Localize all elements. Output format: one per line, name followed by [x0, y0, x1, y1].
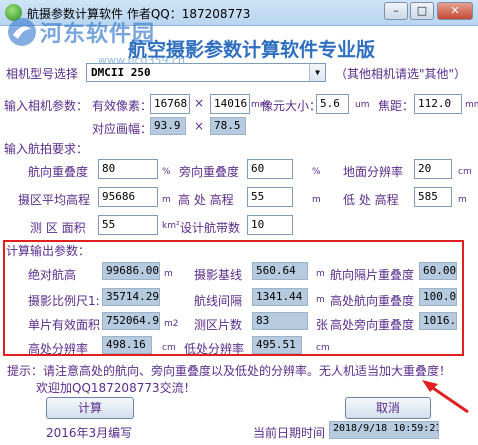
- strip-spacing-label: 航线间隔: [194, 294, 243, 308]
- chevron-down-icon[interactable]: ▼: [309, 64, 325, 81]
- pixels-width-input[interactable]: 16768: [150, 94, 190, 114]
- close-button[interactable]: ✕: [437, 2, 473, 20]
- side-overlap-label: 旁向重叠度: [179, 165, 240, 179]
- gsd-label: 地面分辨率: [343, 165, 404, 179]
- high-gsd-label: 高处分辨率: [28, 342, 89, 356]
- scale-label: 摄影比例尺1:: [28, 294, 100, 308]
- avg-elev-unit: m: [162, 195, 171, 205]
- abs-alt-label: 绝对航高: [28, 268, 77, 282]
- frame-height-value: 78.5: [210, 117, 246, 135]
- pixels-label: 有效像素：: [92, 99, 153, 113]
- low-elev-input[interactable]: 585: [414, 187, 452, 207]
- high-elev-label: 高 处 高程: [178, 193, 234, 207]
- output-section: 计算输出参数：: [6, 244, 91, 258]
- high-side-label: 高处旁向重叠度: [330, 318, 415, 332]
- pixel-size-unit: um: [355, 100, 370, 110]
- abs-alt-value: 99686.00: [102, 262, 160, 280]
- frame-label: 对应画幅：: [92, 122, 153, 136]
- fwd-overlap-label: 航向重叠度: [28, 165, 89, 179]
- low-elev-label: 低 处 高程: [343, 193, 399, 207]
- camera-model-select[interactable]: DMCII 250 ▼: [86, 63, 326, 82]
- low-gsd-value: 495.51: [252, 336, 302, 354]
- area-label: 测 区 面积: [30, 221, 86, 235]
- high-fwd-label: 高处航向重叠度: [330, 294, 415, 308]
- current-datetime-value: 2018/9/18 10:59:21: [329, 421, 439, 439]
- strips-label: 设计航带数: [180, 221, 241, 235]
- focal-input[interactable]: 112.0: [414, 94, 462, 114]
- avg-elev-label: 摄区平均高程: [18, 193, 91, 207]
- frame-width-value: 93.9: [150, 117, 186, 135]
- pixel-size-input[interactable]: 5.6: [316, 94, 349, 114]
- high-gsd-value: 498.16: [102, 336, 152, 354]
- low-elev-unit: m: [458, 195, 467, 205]
- pixel-size-label: 像元大小：: [261, 99, 322, 113]
- tip-line-1: 提示：请注意高处的航向、旁向重叠度以及低处的分辨率。无人机适当加大重叠度！: [7, 364, 452, 378]
- side-low-value: 60.00: [419, 262, 457, 280]
- strip-spacing-unit: m: [316, 295, 325, 305]
- area-input[interactable]: 55: [98, 215, 158, 235]
- gsd-input[interactable]: 20: [414, 159, 452, 179]
- high-elev-unit: m: [312, 195, 321, 205]
- baseline-value: 560.64: [252, 262, 308, 280]
- avg-elev-input[interactable]: 95686: [98, 187, 158, 207]
- high-fwd-value: 100.00: [419, 288, 457, 306]
- times-sign: ×: [194, 96, 205, 110]
- photo-count-value: 83: [252, 312, 308, 330]
- side-low-label: 航向隔片重叠度: [330, 268, 415, 282]
- tip-line-2: 欢迎加QQ187208773交流！: [36, 381, 196, 395]
- photo-count-unit: 张: [316, 318, 329, 332]
- scale-value: 35714.29: [102, 288, 160, 306]
- strips-input[interactable]: 10: [247, 215, 293, 235]
- minimize-button[interactable]: –: [384, 2, 408, 20]
- high-gsd-unit: cm: [162, 343, 176, 353]
- pixels-height-input[interactable]: 14016: [210, 94, 250, 114]
- times-sign-2: ×: [194, 119, 205, 133]
- high-side-value: 1016.3: [419, 312, 457, 330]
- baseline-label: 摄影基线: [194, 268, 243, 282]
- cancel-button[interactable]: 取消: [345, 397, 431, 419]
- baseline-unit: m: [316, 269, 325, 279]
- app-title: 航空摄影参数计算软件专业版: [128, 39, 376, 61]
- flight-section: 输入航拍要求：: [4, 142, 89, 156]
- camera-params-section: 输入相机参数：: [4, 99, 89, 113]
- camera-model-label: 相机型号选择: [6, 67, 79, 81]
- fwd-overlap-unit: %: [162, 167, 171, 177]
- author-date: 2016年3月编写: [46, 426, 133, 440]
- low-gsd-label: 低处分辨率: [184, 342, 245, 356]
- current-datetime-label: 当前日期时间: [253, 426, 326, 440]
- focal-unit: mm: [465, 100, 478, 110]
- abs-alt-unit: m: [164, 269, 173, 279]
- photo-area-unit: m2: [164, 319, 179, 329]
- photo-count-label: 测区片数: [194, 318, 243, 332]
- calculate-button[interactable]: 计算: [46, 397, 134, 419]
- low-gsd-unit: cm: [316, 343, 330, 353]
- strip-spacing-value: 1341.44: [252, 288, 308, 306]
- maximize-button[interactable]: □: [410, 2, 434, 20]
- gsd-unit: cm: [458, 167, 472, 177]
- side-overlap-input[interactable]: 60: [247, 159, 293, 179]
- camera-model-value: DMCII 250: [91, 66, 151, 79]
- focal-label: 焦距：: [378, 99, 415, 113]
- fwd-overlap-input[interactable]: 80: [98, 159, 158, 179]
- photo-area-value: 752064.92: [102, 312, 160, 330]
- photo-area-label: 单片有效面积: [28, 318, 101, 332]
- watermark-logo-icon: [8, 18, 36, 46]
- camera-hint: （其他相机请选"其他"）: [335, 67, 467, 81]
- high-elev-input[interactable]: 55: [247, 187, 293, 207]
- side-overlap-unit: %: [312, 167, 321, 177]
- area-unit: km²: [162, 221, 180, 231]
